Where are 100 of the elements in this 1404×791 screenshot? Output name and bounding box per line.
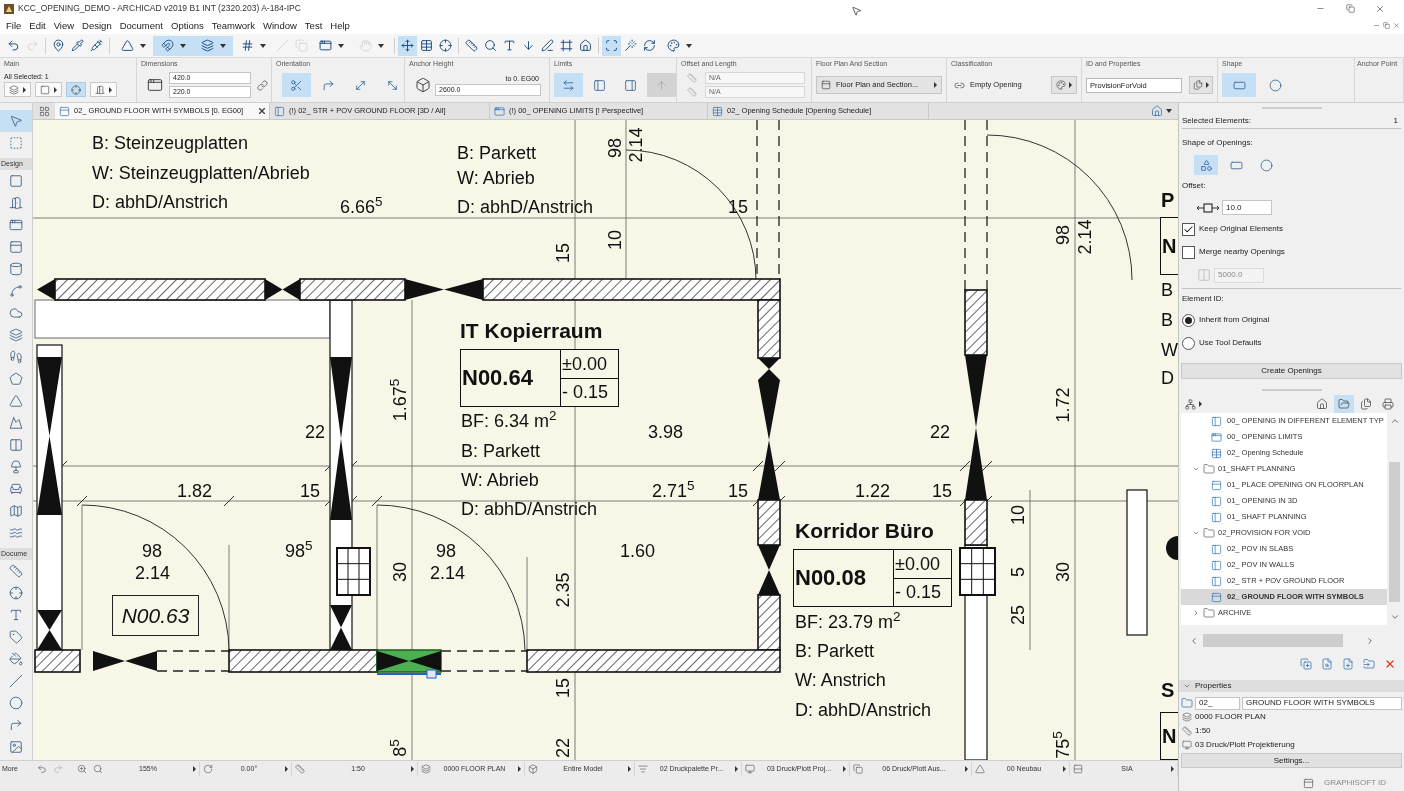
- side-panel-icon: [274, 105, 285, 117]
- armchair-icon: [9, 482, 23, 496]
- section-label: Shape of Openings:: [1181, 137, 1254, 149]
- caret-icon: [259, 43, 266, 48]
- dimension-text: 15: [554, 678, 572, 698]
- toolbar-button[interactable]: [602, 35, 621, 56]
- navigator-action-button[interactable]: [1362, 657, 1376, 671]
- shape-option-button[interactable]: [1194, 155, 1218, 175]
- radio-label[interactable]: Use Tool Defaults: [1199, 339, 1262, 347]
- close-icon[interactable]: [259, 108, 265, 114]
- pointer-icon: [9, 114, 23, 128]
- caret-icon: [23, 86, 26, 93]
- chevron-icon[interactable]: [1192, 529, 1200, 537]
- view-name-field[interactable]: GROUND FLOOR WITH SYMBOLS: [1242, 696, 1402, 710]
- menu-item[interactable]: Window: [259, 17, 301, 34]
- menu-item[interactable]: Options: [167, 17, 208, 34]
- view-menu-button[interactable]: [1151, 103, 1172, 119]
- radio-button[interactable]: [1182, 313, 1195, 327]
- scrollbar-thumb[interactable]: [1389, 462, 1400, 602]
- toolbar-button[interactable]: [193, 35, 233, 56]
- dimension-text: 25: [1009, 605, 1027, 625]
- window-icon: [147, 77, 163, 93]
- dimension-text: 1.60: [620, 542, 656, 560]
- view-id-field[interactable]: 02_: [1195, 696, 1240, 710]
- menu-item[interactable]: Edit: [25, 17, 50, 34]
- dimension-text: 22: [930, 423, 951, 441]
- file-plus-icon: [1342, 658, 1354, 670]
- menu-item[interactable]: Help: [326, 17, 354, 34]
- settings-button[interactable]: Settings...: [1181, 753, 1402, 768]
- checkbox-label[interactable]: Merge nearby Openings: [1199, 248, 1285, 256]
- columns-icon: [1197, 268, 1211, 282]
- room-text: BF: 6.34 m$^{2}$: [461, 412, 557, 430]
- document-restore-button[interactable]: [1382, 20, 1390, 31]
- radio-button[interactable]: [1182, 336, 1195, 350]
- top-panel-icon: [1302, 777, 1314, 789]
- document-close-button[interactable]: [1392, 20, 1400, 31]
- undo-icon: [37, 764, 47, 774]
- offset-field[interactable]: 10.0: [1222, 200, 1272, 215]
- dimension-text: 30: [1054, 562, 1072, 582]
- checkbox[interactable]: [1182, 222, 1195, 236]
- dimension-tick: [76, 495, 88, 507]
- info-box-button[interactable]: [90, 82, 117, 97]
- selected-elements-label: Selected Elements:: [1182, 116, 1251, 125]
- create-openings-button[interactable]: Create Openings: [1181, 363, 1402, 379]
- selected-opening[interactable]: [376, 649, 442, 679]
- layers-icon: [1182, 712, 1192, 722]
- chevron-icon[interactable]: [1192, 609, 1200, 617]
- window-icon: [494, 105, 505, 117]
- checkbox[interactable]: [1182, 245, 1195, 259]
- crosshair-icon: [9, 586, 23, 600]
- zoom-in-icon: [77, 764, 87, 774]
- properties-toggle[interactable]: Properties: [1179, 680, 1404, 692]
- room-name: IT Kopierraum: [460, 320, 603, 341]
- checkbox-label[interactable]: Keep Original Elements: [1199, 225, 1284, 233]
- ruler-icon: [295, 764, 305, 774]
- map-icon: [9, 504, 23, 518]
- floor-plan-canvas[interactable]: [33, 120, 1178, 760]
- navigator-action-button[interactable]: [1320, 657, 1334, 671]
- shape-button[interactable]: [1222, 73, 1256, 97]
- app-logo-icon: [4, 3, 14, 14]
- dimension-text: 3.98: [648, 423, 684, 441]
- caret-icon: [628, 766, 631, 772]
- target-icon: [71, 84, 81, 95]
- toolbar-button[interactable]: [398, 35, 417, 56]
- window-icon: [1211, 431, 1222, 443]
- chevron-icon[interactable]: [1192, 465, 1200, 473]
- room-text: B: [1161, 311, 1173, 329]
- dimension-text: 2.14: [135, 564, 171, 582]
- menu-item[interactable]: File: [2, 17, 26, 34]
- properties-button[interactable]: [1189, 76, 1213, 94]
- checkmark-icon: [1183, 223, 1194, 235]
- tool-button[interactable]: [0, 110, 32, 132]
- dimension-text: 2.14: [430, 564, 466, 582]
- dimension-text: 15: [554, 243, 572, 263]
- toolbar-button[interactable]: [153, 35, 193, 56]
- menu-item[interactable]: Test: [300, 17, 327, 34]
- paint-bucket-icon: [9, 652, 23, 666]
- radio-label[interactable]: Inherit from Original: [1199, 316, 1270, 324]
- classification-button[interactable]: [1051, 76, 1077, 94]
- image-icon: [9, 740, 23, 754]
- menu-item[interactable]: Teamwork: [207, 17, 260, 34]
- menu-item[interactable]: View: [49, 17, 79, 34]
- navigator-action-button[interactable]: [1299, 657, 1313, 671]
- menu-item[interactable]: Design: [78, 17, 116, 34]
- side-panel-icon: [1211, 575, 1222, 587]
- info-box-button[interactable]: [4, 82, 31, 97]
- door-symbol: [37, 610, 62, 650]
- menu-item[interactable]: Document: [115, 17, 167, 34]
- search-icon: [93, 764, 103, 774]
- limit-button[interactable]: [554, 73, 583, 97]
- navigator-action-button[interactable]: [1341, 657, 1355, 671]
- dimension-text: 15: [728, 482, 749, 500]
- orientation-button[interactable]: [282, 73, 311, 97]
- info-box-button[interactable]: [35, 82, 62, 97]
- caret-icon: [735, 766, 738, 772]
- info-box-button[interactable]: [66, 82, 86, 97]
- scrollbar-thumb[interactable]: [1203, 634, 1343, 647]
- offset-icon: [1197, 201, 1219, 214]
- right-panel-icon: [624, 78, 637, 92]
- navigator-mode-button[interactable]: [1334, 395, 1354, 413]
